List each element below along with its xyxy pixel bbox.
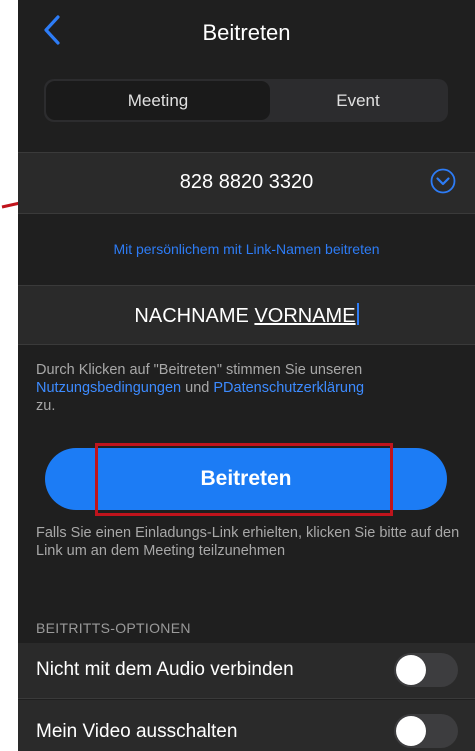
name-input[interactable]: NACHNAME VORNAME (18, 303, 475, 328)
meeting-event-segmented-control: Meeting Event (44, 79, 448, 122)
header: Beitreten (18, 0, 475, 64)
terms-middle: und (181, 380, 214, 396)
no-audio-toggle[interactable] (394, 653, 458, 687)
name-value-part1: NACHNAME (134, 305, 255, 327)
toggle-knob (396, 655, 426, 685)
join-screen: Beitreten Meeting Event 828 8820 3320 Mi… (18, 0, 475, 751)
text-caret (356, 303, 359, 325)
terms-prefix: Durch Klicken auf "Beitreten" stimmen Si… (36, 362, 363, 378)
invitation-hint: Falls Sie einen Einladungs-Link erhielte… (36, 525, 460, 559)
terms-suffix: zu. (36, 398, 56, 414)
meeting-id-value[interactable]: 828 8820 3320 (18, 171, 475, 194)
name-value-part2: VORNAME (254, 305, 356, 327)
video-off-toggle[interactable] (394, 714, 458, 748)
name-field[interactable]: NACHNAME VORNAME (18, 285, 475, 345)
meeting-id-field[interactable]: 828 8820 3320 (18, 152, 475, 214)
option-no-audio-label: Nicht mit dem Audio verbinden (36, 659, 294, 680)
personal-link-name-link[interactable]: Mit persönlichem mit Link-Namen beitrete… (18, 241, 475, 257)
tab-event[interactable]: Event (270, 81, 446, 120)
join-button[interactable]: Beitreten (45, 448, 447, 510)
terms-notice: Durch Klicken auf "Beitreten" stimmen Si… (36, 361, 466, 415)
option-no-audio: Nicht mit dem Audio verbinden (18, 643, 475, 699)
toggle-knob (396, 716, 426, 746)
option-video-off: Mein Video ausschalten (18, 700, 475, 751)
chevron-down-circle-icon[interactable] (430, 168, 456, 194)
join-button-label: Beitreten (200, 467, 292, 490)
privacy-policy-link[interactable]: PDatenschutzerklärung (213, 380, 364, 396)
terms-of-use-link[interactable]: Nutzungsbedingungen (36, 380, 181, 396)
option-video-off-label: Mein Video ausschalten (36, 721, 238, 742)
join-options-heading: BEITRITTS-OPTIONEN (36, 620, 191, 636)
page-title: Beitreten (202, 20, 291, 45)
tab-meeting[interactable]: Meeting (46, 81, 270, 120)
